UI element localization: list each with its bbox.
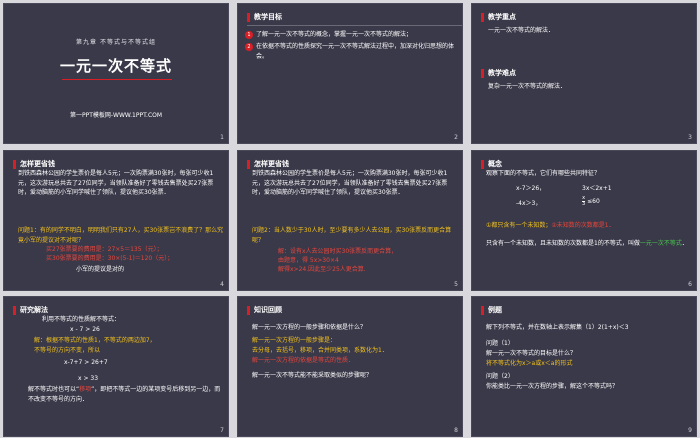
- solution-line: 解得x>24.因此至少25人更合算.: [278, 266, 366, 273]
- slide-6-thumbnail[interactable]: 概念 观察下面的不等式，它们有哪些共同特征？ x-7＞26， 3x＜2x+1 -…: [471, 150, 697, 291]
- calculation-line: 买30张票要的费用是：30×(5-1)＝120（元）；: [46, 255, 174, 262]
- intro-text: 利用不等式的性质解不等式：: [42, 316, 121, 323]
- intro-text: 观察下面的不等式，它们有哪些共同特征？: [486, 170, 601, 177]
- goal-text: 了解一元一次不等式的概念，掌握一元一次不等式的解法；: [256, 31, 413, 38]
- difficulty-text: 复杂一元一次不等式的解法．: [488, 83, 567, 90]
- problem-question: 问题1：有的同学不明白，明明我们只有27人，买30张票岂不浪费了？那么究竟小军的…: [18, 226, 224, 245]
- fraction-denominator: 3: [582, 201, 586, 207]
- slide-number: 1: [220, 134, 224, 141]
- chapter-subtitle: 第九章 不等式与不等式组: [76, 39, 156, 46]
- feature-one: ①都只含有一个未知数；: [486, 222, 552, 229]
- note-keyword: 移项: [79, 386, 92, 393]
- slide-heading: 怎样更省钱: [20, 160, 55, 168]
- slide-number: 5: [454, 281, 458, 288]
- conclusion-text: 小军的提议是对的: [76, 266, 125, 273]
- slide-5-thumbnail[interactable]: 怎样更省钱 到铁西森林公园的学生票价是每人5元；一次购票满30张时，每张可少收1…: [237, 150, 463, 291]
- equation-line: x-7+7 > 26+7: [64, 359, 108, 366]
- question-text: 解一元一次不等式的目标是什么？: [486, 350, 577, 357]
- slide-number: 9: [688, 427, 692, 434]
- question-text: 问题2：当人数少于30人时，至少要有多少人去公园，买30张票反而更合算呢？: [252, 227, 452, 244]
- heading-accent-bar: [247, 306, 250, 315]
- equation-line: x > 33: [78, 375, 99, 382]
- slide-8-thumbnail[interactable]: 知识回顾 解一元一次方程的一般步骤和依据是什么？ 解一元一次方程的一般步骤是： …: [237, 296, 463, 437]
- footer-text: 第一PPT模板网-WWW.1PPT.COM: [69, 112, 163, 119]
- goal-item: 2 在依据不等式的性质探究一元一次不等式解法过程中，加深对化归思想的体会。: [245, 42, 456, 61]
- slide-number: 3: [688, 134, 692, 141]
- answer-text: 将不等式化为x＞a或x＜a的形式: [486, 360, 573, 367]
- slide-number: 4: [220, 281, 224, 288]
- slide-number: 8: [454, 427, 458, 434]
- slide-heading: 教学目标: [254, 13, 282, 21]
- question-label: 问题（1）: [486, 340, 514, 347]
- fraction: x 3: [582, 196, 586, 207]
- question-label: 问题（2）: [486, 373, 514, 380]
- slide-7-thumbnail[interactable]: 研究解法 利用不等式的性质解不等式： x - 7 > 26 解：根据不等式的性质…: [3, 296, 229, 437]
- definition-end: ．: [681, 240, 688, 247]
- equation-line: x - 7 > 26: [70, 326, 100, 333]
- features-line: ①都只含有一个未知数；②未知数的次数都是1．: [486, 221, 692, 231]
- slide-heading: 概念: [488, 160, 502, 168]
- slide-number: 2: [454, 134, 458, 141]
- heading-accent-bar: [13, 306, 16, 315]
- slide-heading: 知识回顾: [254, 306, 282, 314]
- heading-accent-bar: [481, 306, 484, 315]
- title-divider: [62, 79, 172, 80]
- definition-term: 一元一次不等式: [639, 240, 682, 247]
- note-start: 解不等式时也可以“: [28, 386, 80, 393]
- review-answer: 解一元一次方程的一般步骤是：: [252, 337, 337, 344]
- inequality-example: -4x＞3，: [516, 200, 542, 207]
- slide-9-thumbnail[interactable]: 例题 解下列不等式，并在数轴上表示解集（1）2(1+x)＜3 问题（1） 解一元…: [471, 296, 697, 437]
- question-text: 问题1：有的同学不明白，明明我们只有27人，买30张票岂不浪费了？那么究竟小军的…: [18, 227, 224, 244]
- inequality-example: x-7＞26，: [516, 185, 546, 192]
- slide-heading: 例题: [488, 306, 502, 314]
- slide-number: 7: [220, 427, 224, 434]
- goal-number-badge: 1: [245, 31, 253, 39]
- fraction-inequality: x 3 ≤60: [582, 196, 600, 207]
- review-question: 解一元一次不等式能不能采取类似的步骤呢？: [252, 372, 373, 379]
- example-task: 解下列不等式，并在数轴上表示解集（1）2(1+x)＜3: [486, 324, 629, 331]
- feature-two: ②未知数的次数都是1．: [551, 222, 615, 229]
- heading-accent-bar: [247, 160, 250, 169]
- review-question: 解一元一次方程的一般步骤和依据是什么？: [252, 324, 367, 331]
- solution-step: 解：根据不等式的性质1，不等式的两边加7，: [34, 337, 156, 344]
- inequality-example: 3x＜2x+1: [582, 185, 612, 192]
- slide-heading: 怎样更省钱: [254, 160, 289, 168]
- transposition-note: 解不等式时也可以“移项”，即把不等式一边的某项变号后移到另一边，而不改变不等号的…: [28, 385, 224, 404]
- slide-1-thumbnail[interactable]: 第九章 不等式与不等式组 一元一次不等式 第一PPT模板网-WWW.1PPT.C…: [3, 3, 229, 144]
- slide-heading: 研究解法: [20, 306, 48, 314]
- heading-accent-bar: [247, 13, 250, 22]
- heading-accent-bar: [481, 160, 484, 169]
- goal-number-badge: 2: [245, 43, 253, 51]
- slide-heading: 教学难点: [488, 69, 516, 77]
- definition-text: 只含有一个未知数，且未知数的次数都是1的不等式，叫做一元一次不等式．: [486, 239, 692, 249]
- slide-heading: 教学重点: [488, 13, 516, 21]
- goal-item: 1 了解一元一次不等式的概念，掌握一元一次不等式的解法；: [245, 30, 456, 40]
- heading-accent-bar: [481, 13, 484, 22]
- inequality-tail: ≤60: [587, 198, 600, 205]
- heading-divider: [247, 25, 462, 26]
- slide-2-thumbnail[interactable]: 教学目标 1 了解一元一次不等式的概念，掌握一元一次不等式的解法； 2 在依据不…: [237, 3, 463, 144]
- definition-body: 只含有一个未知数，且未知数的次数都是1的不等式，叫做: [486, 240, 640, 247]
- goal-text: 在依据不等式的性质探究一元一次不等式解法过程中，加深对化归思想的体会。: [256, 43, 455, 60]
- problem-story: 到铁西森林公园的学生票价是每人5元；一次购票满30张时，每张可少收1元，这次游玩…: [252, 170, 448, 197]
- slide-4-thumbnail[interactable]: 怎样更省钱 到铁西森林公园的学生票价是每人5元；一次购票满30张时，每张可少收1…: [3, 150, 229, 291]
- problem-story: 到铁西森林公园的学生票价是每人5元；一次购票满30张时，每张可少收1元，这次游玩…: [18, 170, 214, 197]
- heading-accent-bar: [13, 160, 16, 169]
- heading-accent-bar: [481, 69, 484, 78]
- slide-number: 6: [688, 281, 692, 288]
- solution-step: 不等号的方向不变，所以: [34, 347, 101, 354]
- slide-title: 一元一次不等式: [59, 57, 172, 75]
- key-point-text: 一元一次不等式的解法．: [488, 27, 555, 34]
- slide-3-thumbnail[interactable]: 教学重点 一元一次不等式的解法． 教学难点 复杂一元一次不等式的解法． 3: [471, 3, 697, 144]
- review-answer: 解一元一次方程的依据是等式的性质．: [252, 357, 355, 364]
- review-answer: 去分母，去括号，移项，合并同类项，系数化为1．: [252, 347, 388, 354]
- question-text: 你能类比一元一次方程的步骤，解这个不等式吗？: [486, 383, 619, 390]
